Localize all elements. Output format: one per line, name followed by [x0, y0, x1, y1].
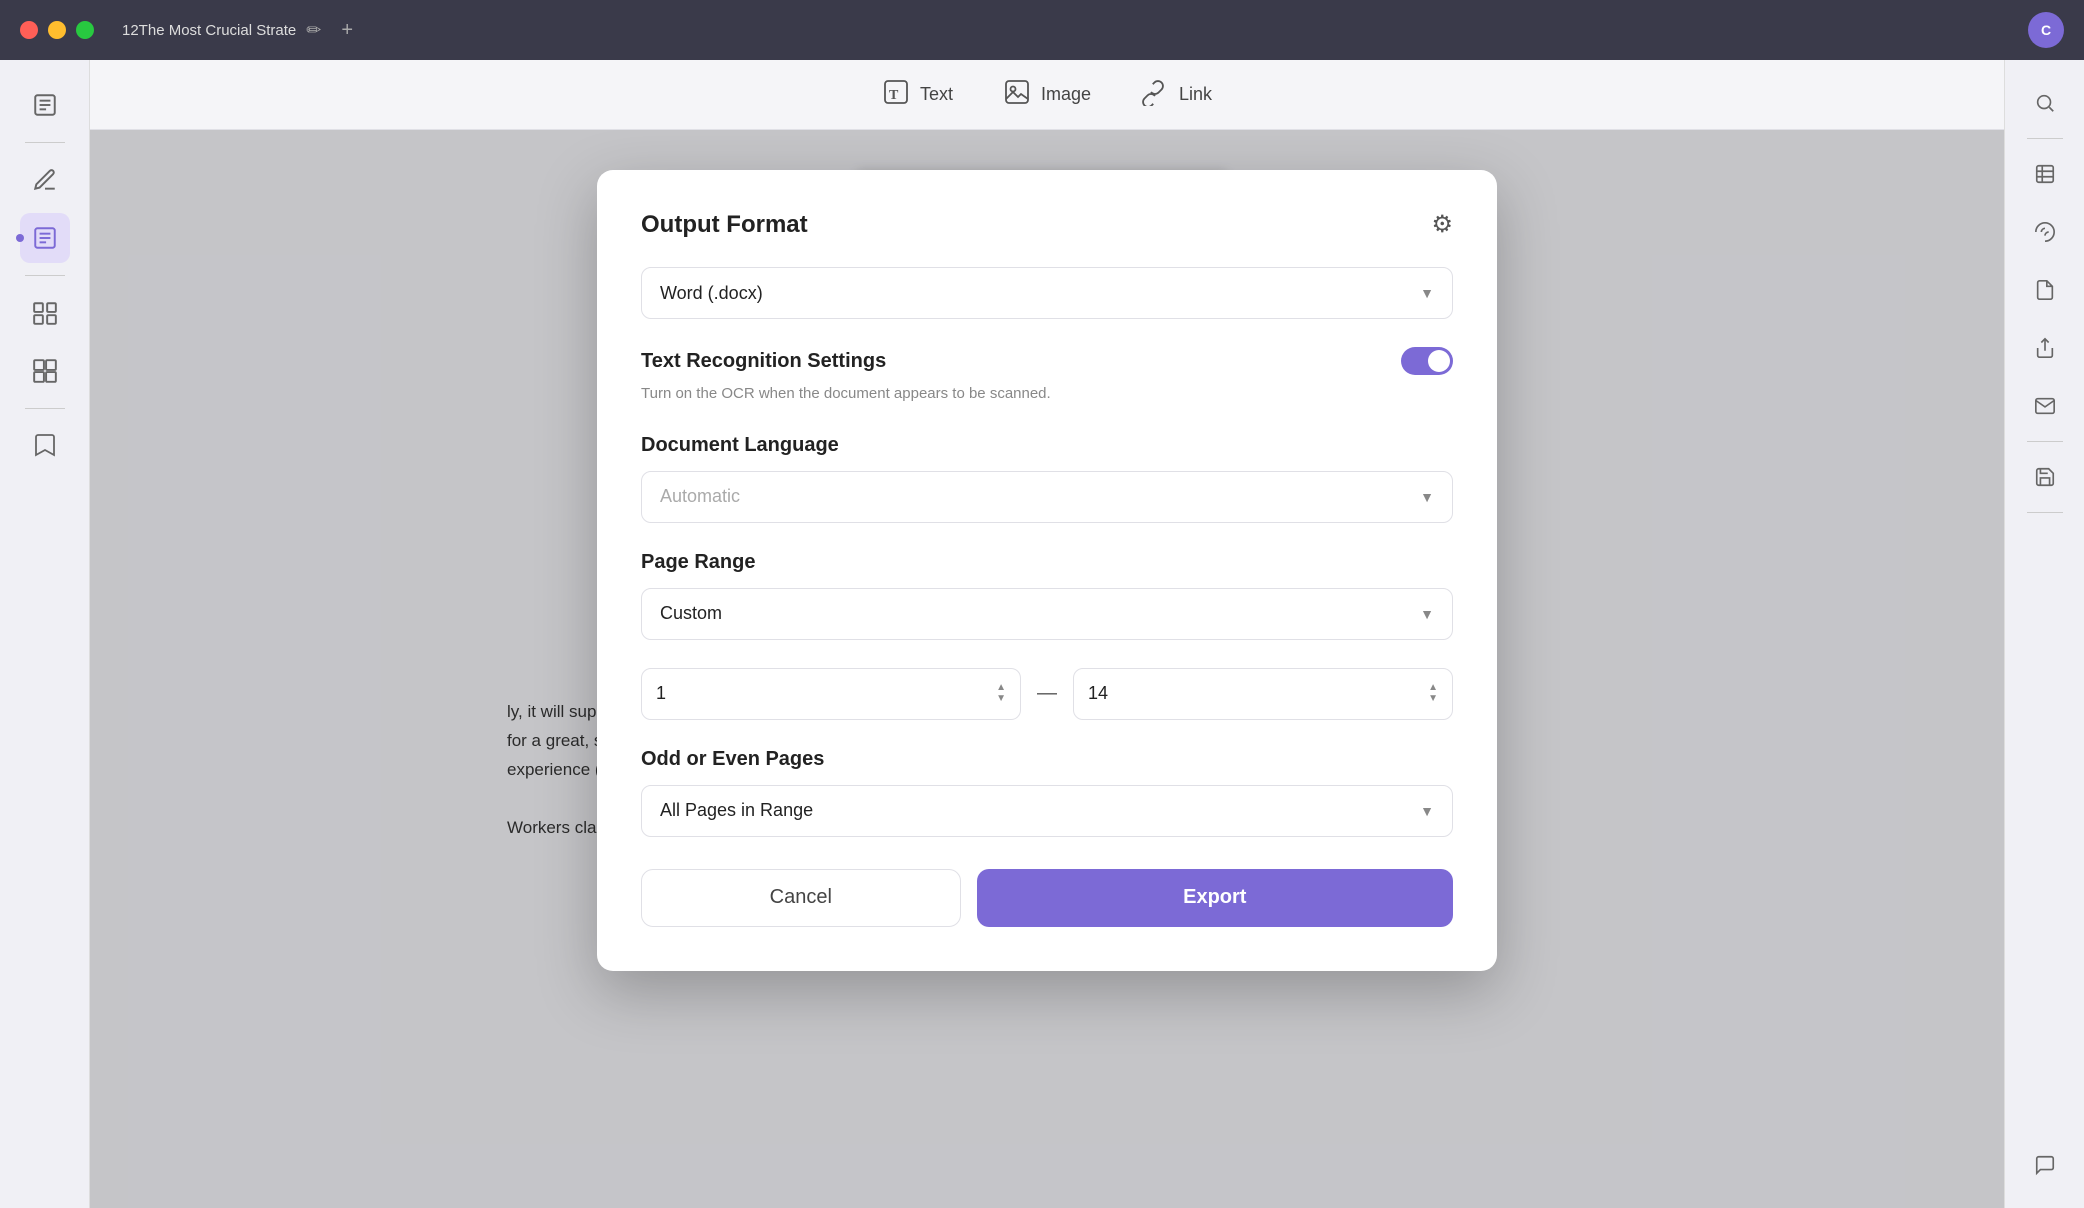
right-sidebar: [2004, 60, 2084, 1208]
right-save-icon[interactable]: [2022, 454, 2068, 500]
ocr-description: Turn on the OCR when the document appear…: [641, 383, 1453, 406]
toggle-knob: [1428, 350, 1450, 372]
modal-overlay: Output Format ⚙ Word (.docx) ▼ Text Reco…: [90, 130, 2004, 1208]
sidebar-item-edit[interactable]: [20, 155, 70, 205]
link-tool-icon: [1141, 78, 1169, 112]
output-format-dropdown[interactable]: Word (.docx) ▼: [641, 267, 1453, 319]
text-tool-icon: T: [882, 78, 910, 112]
edit-icon[interactable]: ✏: [306, 20, 321, 41]
doc-language-dropdown[interactable]: Automatic ▼: [641, 471, 1453, 523]
modal-title: Output Format: [641, 211, 808, 239]
right-comment-icon[interactable]: [2022, 1142, 2068, 1188]
close-button[interactable]: [20, 21, 38, 39]
page-to-down[interactable]: ▼: [1428, 694, 1438, 704]
page-from-stepper[interactable]: ▲ ▼: [996, 683, 1006, 704]
right-divider-3: [2027, 512, 2063, 513]
export-button[interactable]: Export: [977, 869, 1453, 927]
doc-language-value: Automatic: [660, 486, 740, 507]
sidebar-divider-1: [25, 142, 65, 143]
settings-gear-icon[interactable]: ⚙: [1431, 210, 1453, 239]
output-format-value: Word (.docx): [660, 283, 763, 304]
right-page-icon[interactable]: [2022, 267, 2068, 313]
right-share-icon[interactable]: [2022, 325, 2068, 371]
sidebar-divider-2: [25, 275, 65, 276]
page-from-value: 1: [656, 683, 666, 704]
ocr-toggle[interactable]: [1401, 347, 1453, 375]
traffic-lights: [20, 21, 94, 39]
avatar: C: [2028, 12, 2064, 48]
dropdown-arrow-icon: ▼: [1420, 285, 1434, 301]
toolbar-image[interactable]: Image: [1003, 78, 1091, 112]
odd-even-value: All Pages in Range: [660, 800, 813, 821]
ocr-section: Text Recognition Settings Turn on the OC…: [641, 347, 1453, 406]
image-tool-icon: [1003, 78, 1031, 112]
sidebar-item-tools[interactable]: [20, 346, 70, 396]
modal-header: Output Format ⚙: [641, 210, 1453, 239]
sidebar-item-annotate[interactable]: [20, 213, 70, 263]
right-divider-1: [2027, 138, 2063, 139]
page-to-input[interactable]: 14 ▲ ▼: [1073, 668, 1453, 720]
page-range-inputs: 1 ▲ ▼ — 14 ▲ ▼: [641, 668, 1453, 720]
page-range-label: Page Range: [641, 551, 1453, 574]
main-content: T Text Image Link: [90, 60, 2004, 1208]
svg-text:T: T: [889, 88, 899, 103]
ocr-header: Text Recognition Settings: [641, 347, 1453, 375]
ocr-title: Text Recognition Settings: [641, 350, 886, 373]
document-area: UPDF The Most Crucial Strategy for Banks…: [90, 130, 2004, 1208]
image-tool-label: Image: [1041, 84, 1091, 105]
minimize-button[interactable]: [48, 21, 66, 39]
range-dash: —: [1033, 682, 1061, 705]
page-from-up[interactable]: ▲: [996, 683, 1006, 693]
page-to-stepper[interactable]: ▲ ▼: [1428, 683, 1438, 704]
right-mail-icon[interactable]: [2022, 383, 2068, 429]
page-to-up[interactable]: ▲: [1428, 683, 1438, 693]
add-tab-button[interactable]: +: [341, 19, 353, 42]
sidebar-item-bookmark[interactable]: [20, 421, 70, 471]
titlebar: 12The Most Crucial Strate ✏ + C: [0, 0, 2084, 60]
page-range-arrow-icon: ▼: [1420, 606, 1434, 622]
cancel-button[interactable]: Cancel: [641, 869, 961, 927]
doc-language-arrow-icon: ▼: [1420, 489, 1434, 505]
doc-language-label: Document Language: [641, 434, 1453, 457]
right-search-icon[interactable]: [2022, 80, 2068, 126]
app-body: T Text Image Link: [0, 60, 2084, 1208]
odd-even-dropdown[interactable]: All Pages in Range ▼: [641, 785, 1453, 837]
odd-even-label: Odd or Even Pages: [641, 748, 1453, 771]
toolbar-link[interactable]: Link: [1141, 78, 1212, 112]
page-range-dropdown[interactable]: Custom ▼: [641, 588, 1453, 640]
fullscreen-button[interactable]: [76, 21, 94, 39]
sidebar-divider-3: [25, 408, 65, 409]
text-tool-label: Text: [920, 84, 953, 105]
toolbar-text[interactable]: T Text: [882, 78, 953, 112]
sidebar-item-pages[interactable]: [20, 80, 70, 130]
toolbar: T Text Image Link: [90, 60, 2004, 130]
odd-even-arrow-icon: ▼: [1420, 803, 1434, 819]
sidebar-item-organize[interactable]: [20, 288, 70, 338]
page-to-value: 14: [1088, 683, 1108, 704]
modal-buttons: Cancel Export: [641, 869, 1453, 927]
tab-title-text: 12The Most Crucial Strate: [122, 22, 296, 39]
link-tool-label: Link: [1179, 84, 1212, 105]
right-divider-2: [2027, 441, 2063, 442]
right-fingerprint-icon[interactable]: [2022, 209, 2068, 255]
left-sidebar: [0, 60, 90, 1208]
right-ocr-icon[interactable]: [2022, 151, 2068, 197]
tab-title: 12The Most Crucial Strate ✏: [122, 20, 321, 41]
page-range-value: Custom: [660, 603, 722, 624]
page-from-down[interactable]: ▼: [996, 694, 1006, 704]
page-from-input[interactable]: 1 ▲ ▼: [641, 668, 1021, 720]
export-modal: Output Format ⚙ Word (.docx) ▼ Text Reco…: [597, 170, 1497, 971]
